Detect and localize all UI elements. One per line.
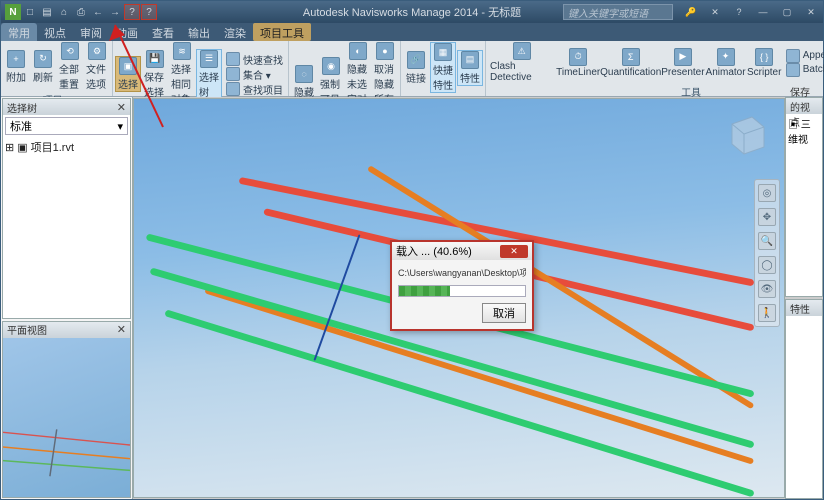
tree-mode-value: 标准 — [10, 118, 32, 134]
ribbon-查找项目-button[interactable]: 查找项目 — [223, 82, 286, 97]
dialog-close-icon[interactable]: ✕ — [500, 245, 528, 258]
qat-new-icon[interactable]: □ — [22, 4, 38, 20]
ribbon-tabs: 常用 视点 审阅 动画 查看 输出 渲染 项目工具 — [1, 23, 823, 41]
dialog-file-path: C:\Users\wangyanan\Desktop\项目1.rvt — [398, 266, 526, 279]
ribbon-隐藏-button[interactable]: ◌隐藏 — [291, 65, 317, 99]
right-column: 保存的视点 ▣ 三维视 特性 — [785, 97, 823, 499]
chevron-down-icon: ▾ — [117, 120, 123, 133]
tab-view[interactable]: 查看 — [145, 23, 181, 41]
exchange-icon[interactable]: ✕ — [703, 7, 727, 18]
ribbon: +附加↻刷新⟲全部重置⚙文件选项项目 ▾▣选择💾保存选择≋选择相同对象☰选择树快… — [1, 41, 823, 97]
plan-view-panel: 平面视图 ✕ — [2, 321, 131, 498]
file-icon: ▣ — [17, 141, 27, 154]
selection-tree-panel: 选择树 ✕ 标准 ▾ ⊞ ▣ 项目1.rvt — [2, 98, 131, 319]
qat-highlight-2[interactable]: ? — [141, 4, 157, 20]
ribbon-timeliner-button[interactable]: ⏱TimeLiner — [556, 48, 600, 78]
viewcube[interactable] — [722, 109, 772, 159]
ribbon-appearance-profiler-button[interactable]: Appearance Profiler — [783, 49, 824, 63]
sign-in-icon[interactable]: 🔑 — [679, 7, 703, 18]
cancel-button[interactable]: 取消 — [482, 303, 526, 323]
ribbon-clash-detective-button[interactable]: ⚠Clash Detective — [488, 42, 555, 83]
ribbon-刷新-button[interactable]: ↻刷新 — [30, 50, 56, 84]
loading-dialog: 载入 ... (40.6%) ✕ C:\Users\wangyanan\Desk… — [390, 240, 534, 331]
nav-walk-icon[interactable]: 🚶 — [758, 304, 776, 322]
left-column: 选择树 ✕ 标准 ▾ ⊞ ▣ 项目1.rvt 平面视图 — [1, 97, 133, 499]
tree-body[interactable]: ⊞ ▣ 项目1.rvt — [3, 137, 130, 318]
nav-wheel-icon[interactable]: ◎ — [758, 184, 776, 202]
ribbon-全部重置-button[interactable]: ⟲全部重置 — [57, 42, 83, 91]
app-menu-button[interactable]: N — [5, 4, 21, 20]
tab-output[interactable]: 输出 — [181, 23, 217, 41]
tab-review[interactable]: 审阅 — [73, 23, 109, 41]
ribbon-集合--button[interactable]: 集合 ▾ — [223, 67, 286, 82]
qat-open-icon[interactable]: ▤ — [39, 4, 55, 20]
plan-view-title: 平面视图 — [7, 322, 47, 337]
qat-print-icon[interactable]: ⎙ — [73, 4, 89, 20]
close-icon[interactable]: ✕ — [799, 7, 823, 18]
dialog-titlebar[interactable]: 载入 ... (40.6%) ✕ — [392, 242, 532, 260]
title-bar: N □ ▤ ⌂ ⎙ ← → ? ? Autodesk Navisworks Ma… — [1, 1, 823, 23]
tree-item-label: 项目1.rvt — [31, 139, 74, 155]
nav-pan-icon[interactable]: ✥ — [758, 208, 776, 226]
minimize-icon[interactable]: — — [751, 7, 775, 18]
plan-view-header[interactable]: 平面视图 ✕ — [3, 322, 130, 338]
ribbon-快捷特性-button[interactable]: ▦快捷特性 — [430, 42, 456, 93]
qat-highlight-1[interactable]: ? — [124, 4, 140, 20]
navigation-bar: ◎ ✥ 🔍 ◯ 👁 🚶 — [754, 179, 780, 327]
expand-icon[interactable]: ⊞ — [5, 141, 14, 154]
progress-bar — [398, 285, 526, 297]
nav-orbit-icon[interactable]: ◯ — [758, 256, 776, 274]
selection-tree-header[interactable]: 选择树 ✕ — [3, 99, 130, 115]
tab-item-tools[interactable]: 项目工具 — [253, 23, 311, 41]
qat-save-icon[interactable]: ⌂ — [56, 4, 72, 20]
nav-look-icon[interactable]: 👁 — [758, 280, 776, 298]
ribbon-文件选项-button[interactable]: ⚙文件选项 — [84, 42, 110, 91]
window-title: Autodesk Navisworks Manage 2014 - 无标题 — [303, 4, 521, 20]
ribbon-附加-button[interactable]: +附加 — [3, 50, 29, 84]
ribbon-快速查找-button[interactable]: 快速查找 — [223, 52, 286, 67]
tab-animation[interactable]: 动画 — [109, 23, 145, 41]
tree-item[interactable]: ⊞ ▣ 项目1.rvt — [5, 139, 128, 155]
dialog-title-text: 载入 ... (40.6%) — [396, 243, 472, 259]
ribbon-scripter-button[interactable]: { }Scripter — [747, 48, 782, 78]
ribbon-quantification-button[interactable]: ΣQuantification — [601, 48, 660, 78]
qat-undo-icon[interactable]: ← — [90, 4, 106, 20]
properties-title: 特性 — [790, 301, 810, 316]
tab-viewpoint[interactable]: 视点 — [37, 23, 73, 41]
tab-render[interactable]: 渲染 — [217, 23, 253, 41]
selection-tree-title: 选择树 — [7, 100, 37, 115]
plan-view-canvas[interactable] — [3, 338, 130, 497]
saved-viewpoints-panel: 保存的视点 ▣ 三维视 — [785, 97, 823, 297]
help-search-input[interactable]: 键入关键字或短语 — [563, 4, 673, 20]
help-icon[interactable]: ? — [727, 7, 751, 18]
nav-zoom-icon[interactable]: 🔍 — [758, 232, 776, 250]
ribbon-presenter-button[interactable]: ▶Presenter — [661, 48, 704, 78]
maximize-icon[interactable]: ▢ — [775, 7, 799, 18]
ribbon-选择树-button[interactable]: ☰选择树 — [196, 49, 222, 100]
tree-mode-dropdown[interactable]: 标准 ▾ — [5, 117, 128, 135]
qat-redo-icon[interactable]: → — [107, 4, 123, 20]
ribbon-特性-button[interactable]: ▤特性 — [457, 50, 483, 86]
ribbon-保存选择-button[interactable]: 💾保存选择 — [142, 50, 168, 99]
properties-panel: 特性 — [785, 299, 823, 499]
tab-home[interactable]: 常用 — [1, 23, 37, 41]
panel-close-icon[interactable]: ✕ — [117, 323, 126, 336]
ribbon-链接-button[interactable]: 🔗链接 — [403, 51, 429, 85]
window-controls: 🔑 ✕ ? — ▢ ✕ — [679, 7, 823, 18]
quick-access-toolbar: N □ ▤ ⌂ ⎙ ← → ? ? — [1, 4, 157, 20]
panel-close-icon[interactable]: ✕ — [117, 101, 126, 114]
ribbon-batch-utility-button[interactable]: Batch Utility — [783, 63, 824, 77]
ribbon-animator-button[interactable]: ✦Animator — [705, 48, 745, 78]
ribbon-选择-button[interactable]: ▣选择 — [115, 56, 141, 92]
